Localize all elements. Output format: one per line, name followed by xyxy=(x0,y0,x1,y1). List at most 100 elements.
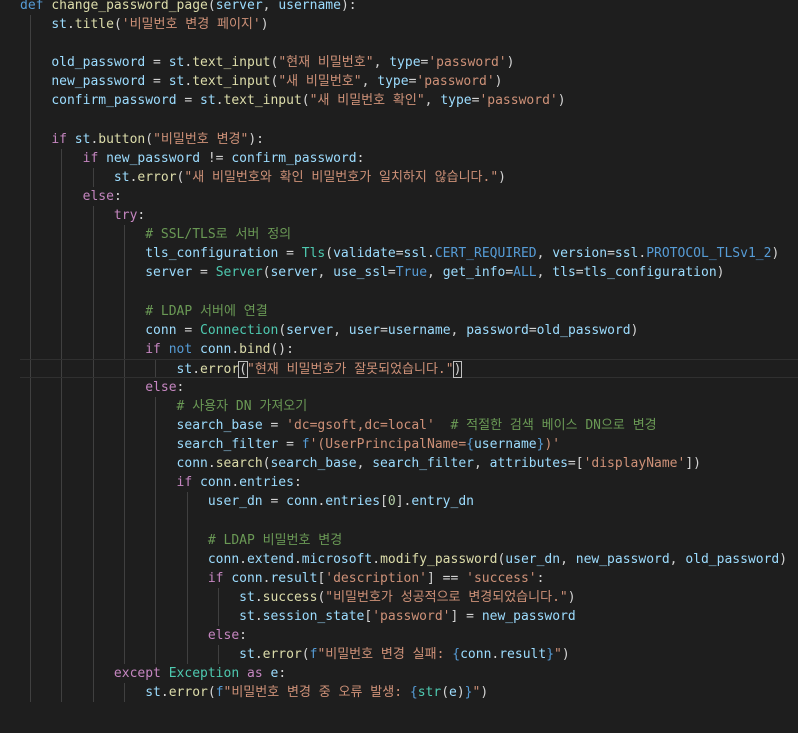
indent-guide xyxy=(186,587,188,607)
code-line[interactable]: search_base = 'dc=gsoft,dc=local' # 적절한 … xyxy=(20,416,798,436)
indent-guide xyxy=(123,683,125,703)
code-token: , xyxy=(373,55,390,71)
code-token: ) xyxy=(557,93,566,109)
code-line[interactable]: try: xyxy=(20,206,798,226)
indent-guide xyxy=(92,454,94,474)
code-line[interactable]: # 사용자 DN 가져오기 xyxy=(20,396,798,417)
code-token: title xyxy=(74,17,114,33)
indent-guide xyxy=(61,683,63,703)
code-token: confirm_password xyxy=(51,93,177,109)
code-line[interactable]: else: xyxy=(20,186,798,207)
code-token: confirm_password xyxy=(231,150,357,166)
code-line[interactable]: else: xyxy=(20,377,798,397)
code-line[interactable]: old_password = st.text_input("현재 비밀번호", … xyxy=(20,53,798,73)
code-token: ): xyxy=(248,131,264,147)
code-token: : xyxy=(137,208,146,224)
code-line[interactable] xyxy=(20,34,798,54)
indent-guide xyxy=(61,416,63,436)
code-line[interactable]: st.error(f"비밀번호 변경 중 오류 발생: {str(e)}") xyxy=(20,683,798,703)
code-line[interactable]: if conn.result['description'] == 'succes… xyxy=(20,568,798,588)
code-line[interactable]: # LDAP 비밀번호 변경 xyxy=(20,530,798,550)
code-line[interactable]: conn.search(search_base, search_filter, … xyxy=(20,454,798,474)
indent-guide xyxy=(30,396,31,417)
code-line[interactable]: st.title('비밀번호 변경 페이지') xyxy=(20,15,798,35)
code-token: user xyxy=(348,322,381,338)
code-token: # 사용자 DN 가져오기 xyxy=(176,398,308,414)
code-line[interactable]: st.success("비밀번호가 성공적으로 변경되었습니다.") xyxy=(20,587,798,607)
indent-guide xyxy=(123,282,125,302)
code-token: . xyxy=(192,361,201,377)
code-line[interactable]: conn.extend.microsoft.modify_password(us… xyxy=(20,549,798,569)
code-line[interactable]: else: xyxy=(20,626,798,646)
indent-guide xyxy=(92,167,94,187)
code-line[interactable]: if st.button("비밀번호 변경"): xyxy=(20,129,798,149)
code-line[interactable] xyxy=(20,511,798,531)
indent-guide xyxy=(123,377,125,397)
code-line[interactable]: confirm_password = st.text_input("새 비밀번호… xyxy=(20,91,798,111)
indent-guide xyxy=(123,416,125,436)
code-line[interactable]: conn = Connection(server, user=username,… xyxy=(20,320,798,340)
code-token: "비밀번호가 성공적으로 변경되었습니다." xyxy=(325,589,568,605)
indent-guide xyxy=(30,91,31,111)
code-line[interactable]: st.error(f"비밀번호 변경 실패: {conn.result}") xyxy=(20,645,798,665)
indent-guide xyxy=(92,359,94,377)
code-token: "새 비밀번호 확인" xyxy=(309,93,425,109)
code-token: user_dn xyxy=(505,551,561,567)
indent-guide xyxy=(30,110,31,130)
indent-guide xyxy=(61,396,63,417)
code-token: search_base xyxy=(270,456,357,472)
code-line[interactable]: tls_configuration = Tls(validate=ssl.CER… xyxy=(20,244,798,264)
code-line[interactable]: st.session_state['password'] = new_passw… xyxy=(20,607,798,627)
code-editor[interactable]: def change_password_page(server, usernam… xyxy=(0,0,798,733)
text-cursor xyxy=(461,361,463,377)
indent-guide xyxy=(30,473,31,493)
code-line[interactable]: # SSL/TLS로 서버 정의 xyxy=(20,225,798,245)
indent-guide xyxy=(123,301,125,321)
code-token: . xyxy=(207,456,216,472)
code-token: st xyxy=(176,361,193,377)
code-token: conn xyxy=(460,647,492,663)
code-token: st xyxy=(239,589,255,605)
indent-guide xyxy=(123,244,125,264)
code-line[interactable]: def change_password_page(server, usernam… xyxy=(20,0,798,15)
code-line[interactable]: st.error("새 비밀번호와 확인 비밀번호가 일치하지 않습니다.") xyxy=(20,167,798,187)
code-token: try xyxy=(113,208,138,224)
code-token: = xyxy=(575,265,584,281)
code-token: ( xyxy=(145,131,154,147)
indent-guide xyxy=(30,206,31,226)
code-line[interactable]: # LDAP 서버에 연결 xyxy=(20,301,798,321)
indent-guide xyxy=(92,320,94,340)
code-token: e xyxy=(449,685,457,701)
code-token: result xyxy=(270,570,318,586)
indent-guide xyxy=(30,129,31,149)
code-line[interactable]: st.error("현재 비밀번호가 잘못되었습니다.") xyxy=(20,358,798,378)
code-token: = xyxy=(505,265,514,281)
code-line[interactable]: search_filter = f'(UserPrincipalName={us… xyxy=(20,435,798,455)
code-token: : xyxy=(176,379,185,395)
code-line[interactable] xyxy=(20,282,798,302)
code-token: search xyxy=(215,456,263,472)
code-line[interactable]: if new_password != confirm_password: xyxy=(20,148,798,168)
code-line[interactable]: user_dn = conn.entries[0].entry_dn xyxy=(20,492,798,512)
code-line[interactable]: server = Server(server, use_ssl=True, ge… xyxy=(20,263,798,283)
code-token: password xyxy=(466,322,529,338)
indent-guide xyxy=(155,645,157,665)
code-token: st xyxy=(168,74,185,90)
code-line[interactable]: if not conn.bind(): xyxy=(20,339,798,359)
indent-guide xyxy=(30,435,31,455)
code-line[interactable] xyxy=(20,110,798,130)
indent-guide xyxy=(30,568,31,588)
code-token: , xyxy=(262,0,279,13)
code-token: search_filter xyxy=(372,456,474,472)
code-line[interactable]: except Exception as e: xyxy=(20,664,798,684)
code-token: = xyxy=(607,246,615,262)
indent-guide xyxy=(92,530,94,550)
code-line[interactable]: if conn.entries: xyxy=(20,473,798,493)
code-token: conn xyxy=(231,570,263,586)
code-line[interactable]: new_password = st.text_input("새 비밀번호", t… xyxy=(20,72,798,92)
